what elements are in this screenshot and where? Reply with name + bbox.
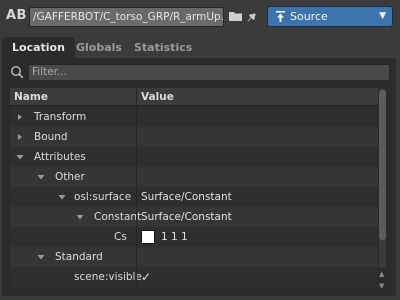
cell-divider <box>136 187 137 207</box>
collapse-arrow-icon[interactable] <box>37 253 45 261</box>
row-name: osl:surface <box>74 191 132 203</box>
cell-divider <box>136 227 137 247</box>
expand-arrow-icon[interactable] <box>16 113 24 121</box>
table-row[interactable]: osl:surface Surface/Constant <box>10 187 378 207</box>
chevron-down-icon: ▼ <box>379 11 386 21</box>
row-name: scene:visible <box>74 271 142 283</box>
cell-divider <box>136 247 137 267</box>
location-path-field[interactable]: /GAFFERBOT/C_torso_GRP/R_armUp... <box>29 7 224 27</box>
collapse-arrow-icon[interactable] <box>76 213 84 221</box>
column-header-name[interactable]: Name <box>14 88 48 106</box>
collapse-arrow-icon[interactable] <box>16 153 24 161</box>
row-name: Standard <box>55 251 103 263</box>
tab-bar: Location Globals Statistics <box>2 37 396 58</box>
table-row[interactable]: Bound <box>10 127 378 147</box>
row-name: Cs <box>114 231 127 243</box>
checkmark-icon: ✓ <box>141 270 152 284</box>
table-row[interactable]: Transform <box>10 107 378 127</box>
collapse-arrow-icon[interactable] <box>37 173 45 181</box>
collapse-arrow-icon[interactable] <box>58 193 66 201</box>
cell-divider <box>136 207 137 227</box>
source-icon <box>276 11 285 22</box>
row-value: Surface/Constant <box>141 191 232 203</box>
column-divider[interactable] <box>136 88 137 106</box>
row-name: Transform <box>34 111 87 123</box>
scroll-up-icon[interactable]: ▲ <box>379 270 384 278</box>
search-icon <box>10 65 24 79</box>
inspector-panel: Filter... Name Value Transform Bound Att… <box>2 58 396 296</box>
cell-divider <box>136 267 137 287</box>
row-value: 1 1 1 <box>161 231 188 243</box>
row-name: Attributes <box>34 151 86 163</box>
tab-location[interactable]: Location <box>2 37 75 58</box>
pin-icon[interactable] <box>246 9 259 23</box>
table-row[interactable]: Constant Surface/Constant <box>10 207 378 227</box>
cell-divider <box>136 147 137 167</box>
header-bar: AB /GAFFERBOT/C_torso_GRP/R_armUp... Sou… <box>0 0 400 34</box>
scroll-down-icon[interactable]: ▼ <box>379 282 384 290</box>
filter-input[interactable]: Filter... <box>28 64 390 81</box>
ab-label: AB <box>6 8 27 23</box>
cell-divider <box>136 107 137 127</box>
color-swatch[interactable] <box>141 230 155 244</box>
cell-divider <box>136 127 137 147</box>
expand-arrow-icon[interactable] <box>16 133 24 141</box>
folder-icon[interactable] <box>229 11 242 21</box>
table-row[interactable]: Cs 1 1 1 <box>10 227 378 247</box>
table-row[interactable]: Attributes <box>10 147 378 167</box>
row-name: Bound <box>34 131 68 143</box>
table-header: Name Value <box>10 88 378 106</box>
inspector-table: Name Value Transform Bound Attributes Ot… <box>10 88 378 288</box>
row-value: Surface/Constant <box>141 211 232 223</box>
tab-statistics[interactable]: Statistics <box>124 37 202 58</box>
cell-divider <box>136 167 137 187</box>
row-name: Other <box>55 171 85 183</box>
table-row[interactable]: Standard <box>10 247 378 267</box>
source-dropdown[interactable]: Source ▼ <box>267 6 393 27</box>
table-row[interactable]: Other <box>10 167 378 187</box>
scrollbar-thumb[interactable] <box>379 90 386 240</box>
source-label: Source <box>290 10 328 23</box>
row-name: Constant <box>94 211 142 223</box>
vertical-scrollbar[interactable]: ▲ ▼ <box>376 88 388 294</box>
column-header-value[interactable]: Value <box>141 88 174 106</box>
tab-globals[interactable]: Globals <box>66 37 132 58</box>
table-row[interactable]: scene:visible ✓ <box>10 267 378 287</box>
